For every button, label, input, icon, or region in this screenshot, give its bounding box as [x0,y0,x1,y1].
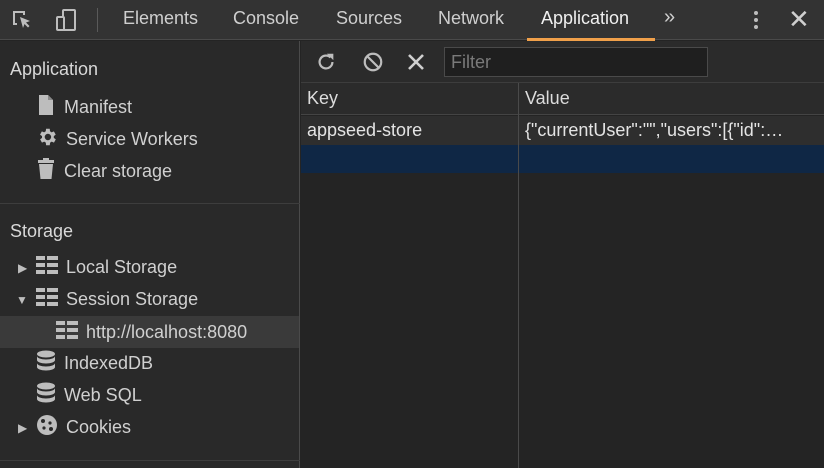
devtools-window: Elements Console Sources Network Applica… [0,0,824,468]
tab-elements[interactable]: Elements [123,0,198,40]
filter-input[interactable] [444,47,708,77]
sidebar-item-label: Web SQL [64,384,142,405]
tab-application[interactable]: Application [541,0,629,40]
sidebar-item-indexeddb[interactable]: IndexedDB [36,347,153,379]
toolbar-divider [97,8,98,32]
expand-triangle-icon[interactable]: ▶ [18,261,27,275]
sidebar-item-label: Session Storage [66,288,199,309]
devtools-tab-bar: Elements Console Sources Network Applica… [0,0,824,41]
cookie-icon [36,414,58,441]
sidebar-item-label: IndexedDB [64,352,154,373]
cell-key[interactable]: appseed-store [307,116,515,145]
delete-selected-icon[interactable] [403,49,429,75]
sidebar-item-label: http://localhost:8080 [86,321,248,342]
column-divider[interactable] [518,83,519,468]
column-header-value[interactable]: Value [525,83,570,115]
more-tabs-icon[interactable]: » [664,6,675,29]
tab-console[interactable]: Console [233,0,299,40]
cell-value[interactable]: {"currentUser":"","users":[{"id":… [525,116,817,145]
trash-icon [36,157,56,185]
sidebar-item-label: Manifest [64,96,133,117]
column-header-key[interactable]: Key [307,83,338,115]
file-icon [36,94,56,121]
sidebar-item-label: Local Storage [66,256,178,277]
tab-sources[interactable]: Sources [336,0,402,40]
storage-toolbar [301,41,824,83]
sidebar-item-local-storage[interactable]: Local Storage [36,251,177,283]
device-toolbar-icon[interactable] [52,6,80,34]
clear-all-icon[interactable] [360,49,386,75]
close-devtools-icon[interactable]: ✕ [788,4,810,34]
application-sidebar: Application Manifest Service Workers Cle… [0,41,300,468]
sidebar-item-manifest[interactable]: Manifest [36,91,132,123]
section-divider [0,203,300,204]
inspect-element-icon[interactable] [8,6,36,34]
sidebar-item-label: Cookies [66,416,132,437]
sidebar-item-service-workers[interactable]: Service Workers [36,123,198,155]
refresh-icon[interactable] [313,49,339,75]
grid-icon [36,255,58,279]
sidebar-item-label: Service Workers [66,128,198,149]
section-title-application: Application [10,59,99,79]
sidebar-item-session-origin[interactable]: http://localhost:8080 [0,316,299,348]
database-icon [36,350,56,377]
session-storage-panel: Key Value appseed-store {"currentUser":"… [301,41,824,468]
gear-icon [36,126,58,153]
table-row-selected-empty[interactable] [301,145,824,173]
table-header: Key Value [301,83,824,115]
grid-icon [36,287,58,311]
collapse-triangle-icon[interactable]: ▼ [16,293,28,307]
storage-table: Key Value appseed-store {"currentUser":"… [301,83,824,468]
sidebar-item-session-storage[interactable]: Session Storage [36,283,198,315]
tab-network[interactable]: Network [438,0,504,40]
database-icon [36,382,56,409]
section-title-storage: Storage [10,221,74,241]
sidebar-item-web-sql[interactable]: Web SQL [36,379,142,411]
sidebar-item-label: Clear storage [64,160,173,181]
expand-triangle-icon[interactable]: ▶ [18,421,27,435]
kebab-menu-icon[interactable] [748,6,764,34]
sidebar-item-cookies[interactable]: Cookies [36,411,131,443]
section-divider [0,460,300,461]
grid-icon [56,320,78,344]
table-row[interactable]: appseed-store {"currentUser":"","users":… [301,116,824,145]
sidebar-item-clear-storage[interactable]: Clear storage [36,155,172,187]
